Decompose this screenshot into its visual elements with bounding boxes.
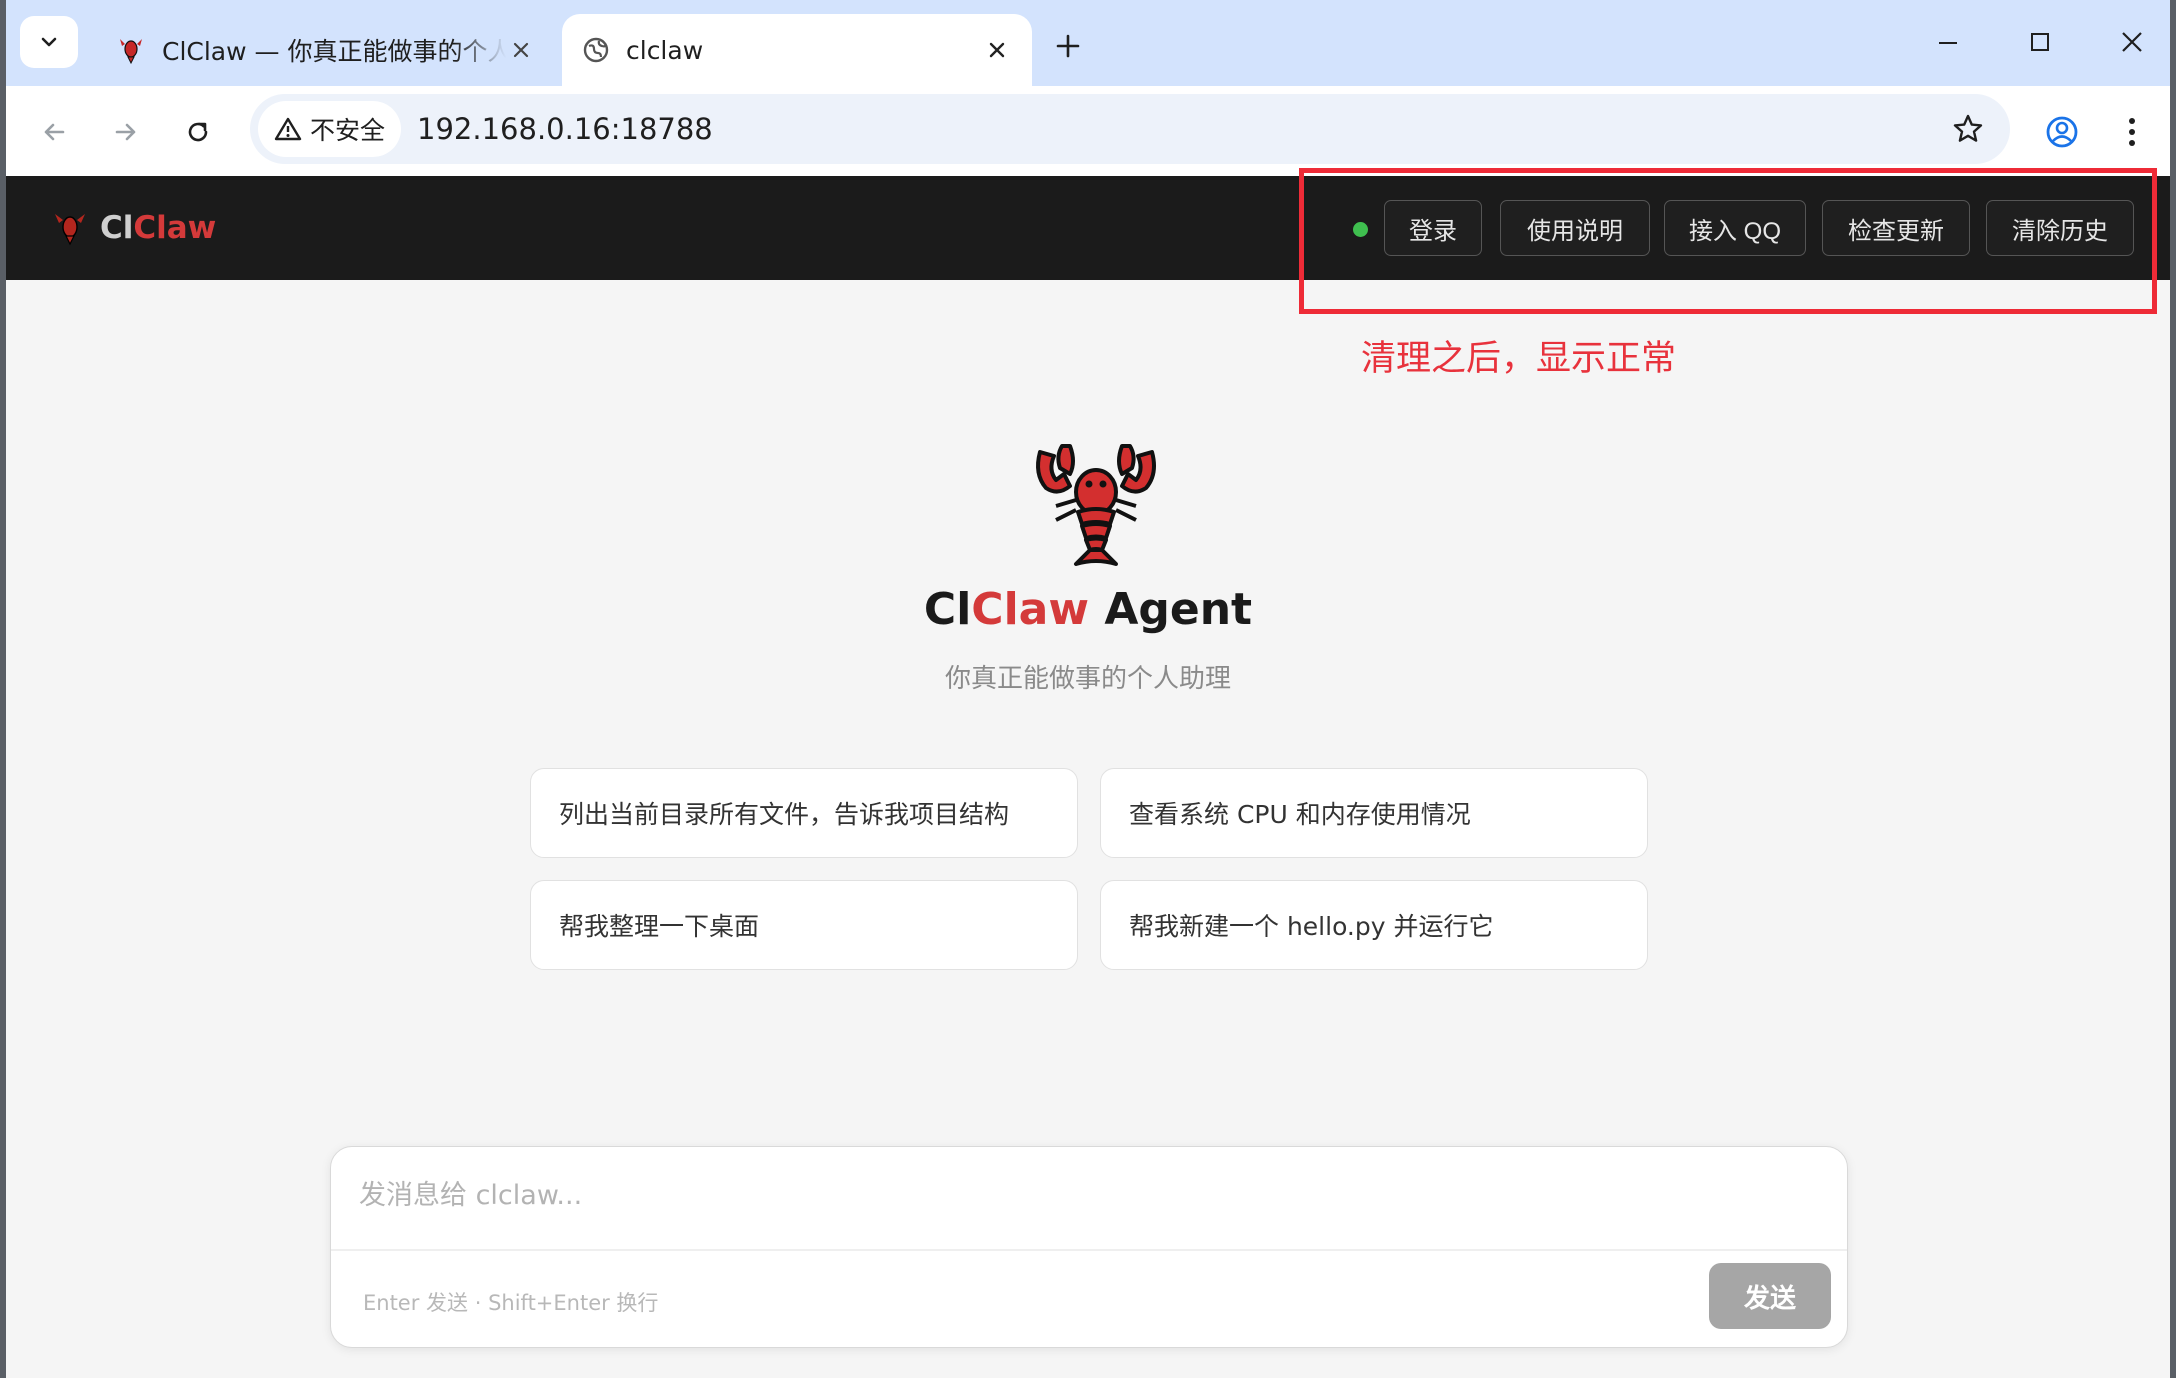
maximize-icon [2031, 33, 2049, 51]
suggestion-card[interactable]: 帮我整理一下桌面 [530, 880, 1078, 970]
clear-history-button[interactable]: 清除历史 [1986, 200, 2134, 256]
login-button[interactable]: 登录 [1384, 200, 1482, 256]
brand-name-part2: Claw [133, 210, 217, 246]
lobster-logo-icon [1036, 444, 1156, 566]
hero-title-part2: Claw [971, 584, 1089, 635]
browser-menu-button[interactable] [2110, 106, 2154, 158]
minimize-button[interactable] [1918, 18, 1978, 66]
composer-hint: Enter 发送 · Shift+Enter 换行 [363, 1291, 659, 1315]
arrow-left-icon [44, 123, 65, 141]
suggestion-card[interactable]: 查看系统 CPU 和内存使用情况 [1100, 768, 1648, 858]
warning-triangle-icon [274, 117, 302, 141]
suggestion-card[interactable]: 帮我新建一个 hello.py 并运行它 [1100, 880, 1648, 970]
minimize-icon [1939, 42, 1957, 44]
tab-close-button[interactable] [982, 35, 1012, 65]
close-window-button[interactable] [2102, 18, 2162, 66]
globe-icon [583, 37, 609, 63]
address-bar[interactable]: 不安全 192.168.0.16:18788 [250, 94, 2010, 164]
bookmark-button[interactable] [1942, 103, 1994, 155]
tab-title: clclaw [626, 35, 704, 65]
connection-status-dot [1353, 222, 1368, 237]
security-chip[interactable]: 不安全 [258, 101, 402, 157]
plus-icon [1056, 34, 1080, 58]
brand-name-part1: Cl [100, 210, 134, 246]
hero-title-part3: Agent [1089, 584, 1253, 635]
close-icon [513, 42, 529, 58]
message-input[interactable] [359, 1173, 1799, 1233]
composer-divider [331, 1249, 1847, 1251]
hero-title-part1: Cl [923, 584, 972, 635]
suggestion-card[interactable]: 列出当前目录所有文件，告诉我项目结构 [530, 768, 1078, 858]
account-icon [2046, 116, 2078, 148]
tab-clclaw-active[interactable]: clclaw [562, 14, 1032, 86]
hero-subtitle: 你真正能做事的个人助理 [944, 664, 1231, 694]
url-text[interactable]: 192.168.0.16:18788 [417, 112, 1942, 146]
check-update-button[interactable]: 检查更新 [1822, 200, 1970, 256]
forward-button[interactable] [100, 106, 152, 158]
back-button[interactable] [28, 106, 80, 158]
guide-button[interactable]: 使用说明 [1500, 200, 1650, 256]
tab-close-button[interactable] [506, 35, 536, 65]
lobster-favicon-icon [120, 39, 142, 65]
app-header: ClClaw 登录 使用说明 接入 QQ 检查更新 清除历史 [6, 176, 2170, 280]
reload-button[interactable] [172, 106, 224, 158]
arrow-right-icon [115, 123, 136, 141]
reload-icon [188, 122, 208, 142]
browser-window: ClClaw — 你真正能做事的个人助理 clclaw [6, 0, 2170, 1378]
brand[interactable]: ClClaw [52, 206, 216, 250]
hero-title: ClClaw Agent [6, 584, 2170, 635]
browser-toolbar: 不安全 192.168.0.16:18788 [6, 86, 2170, 176]
new-tab-button[interactable] [1046, 24, 1090, 68]
send-button[interactable]: 发送 [1709, 1263, 1831, 1329]
more-vertical-icon [2129, 118, 2135, 146]
close-icon [989, 42, 1005, 58]
security-label: 不安全 [310, 116, 386, 145]
tab-clclaw-home[interactable]: ClClaw — 你真正能做事的个人助理 [96, 14, 556, 86]
tab-search-button[interactable] [20, 16, 78, 68]
tab-strip: ClClaw — 你真正能做事的个人助理 clclaw [6, 0, 2170, 86]
connect-qq-button[interactable]: 接入 QQ [1664, 200, 1806, 256]
chevron-down-icon [41, 37, 57, 47]
close-icon [2122, 32, 2142, 52]
maximize-button[interactable] [2010, 18, 2070, 66]
profile-button[interactable] [2036, 106, 2088, 158]
lobster-logo-icon [55, 214, 85, 246]
tab-title: ClClaw — 你真正能做事的个人助理 [162, 37, 506, 66]
star-icon [1953, 114, 1983, 142]
message-composer: Enter 发送 · Shift+Enter 换行 发送 [330, 1146, 1848, 1348]
annotation-text: 清理之后，显示正常 [1361, 339, 1677, 379]
